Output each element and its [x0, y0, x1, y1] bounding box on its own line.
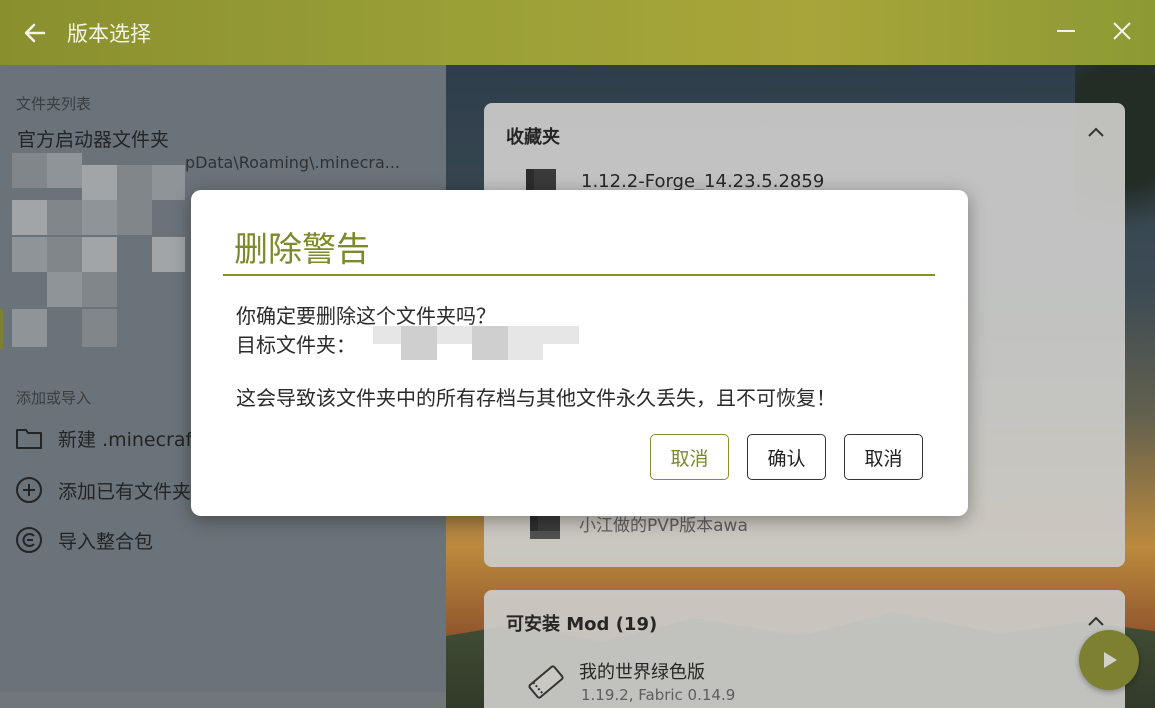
- redacted-path: [508, 326, 543, 360]
- title-bar: 版本选择: [0, 0, 1155, 65]
- dialog-title: 删除警告: [234, 230, 370, 270]
- minimize-icon: [1057, 30, 1075, 32]
- dialog-target-label: 目标文件夹：: [236, 333, 356, 357]
- redacted-path: [543, 326, 579, 344]
- redacted-path: [437, 326, 472, 344]
- cancel-accent-button[interactable]: 取消: [650, 434, 729, 480]
- close-icon: [1113, 22, 1131, 40]
- cancel-button[interactable]: 取消: [844, 434, 923, 480]
- redacted-path: [472, 326, 508, 360]
- dialog-question: 你确定要删除这个文件夹吗？: [236, 304, 496, 328]
- dialog-divider: [223, 274, 935, 276]
- delete-warning-dialog: 删除警告 你确定要删除这个文件夹吗？ 目标文件夹： 这会导致该文件夹中的所有存档…: [191, 190, 968, 516]
- dialog-warning-text: 这会导致该文件夹中的所有存档与其他文件永久丢失，且不可恢复！: [236, 386, 836, 410]
- minimize-button[interactable]: [1047, 12, 1085, 50]
- arrow-left-icon: [24, 23, 46, 42]
- close-button[interactable]: [1103, 12, 1141, 50]
- back-button[interactable]: [15, 13, 55, 53]
- redacted-path: [401, 326, 437, 360]
- window-title: 版本选择: [67, 21, 151, 46]
- confirm-button[interactable]: 确认: [747, 434, 826, 480]
